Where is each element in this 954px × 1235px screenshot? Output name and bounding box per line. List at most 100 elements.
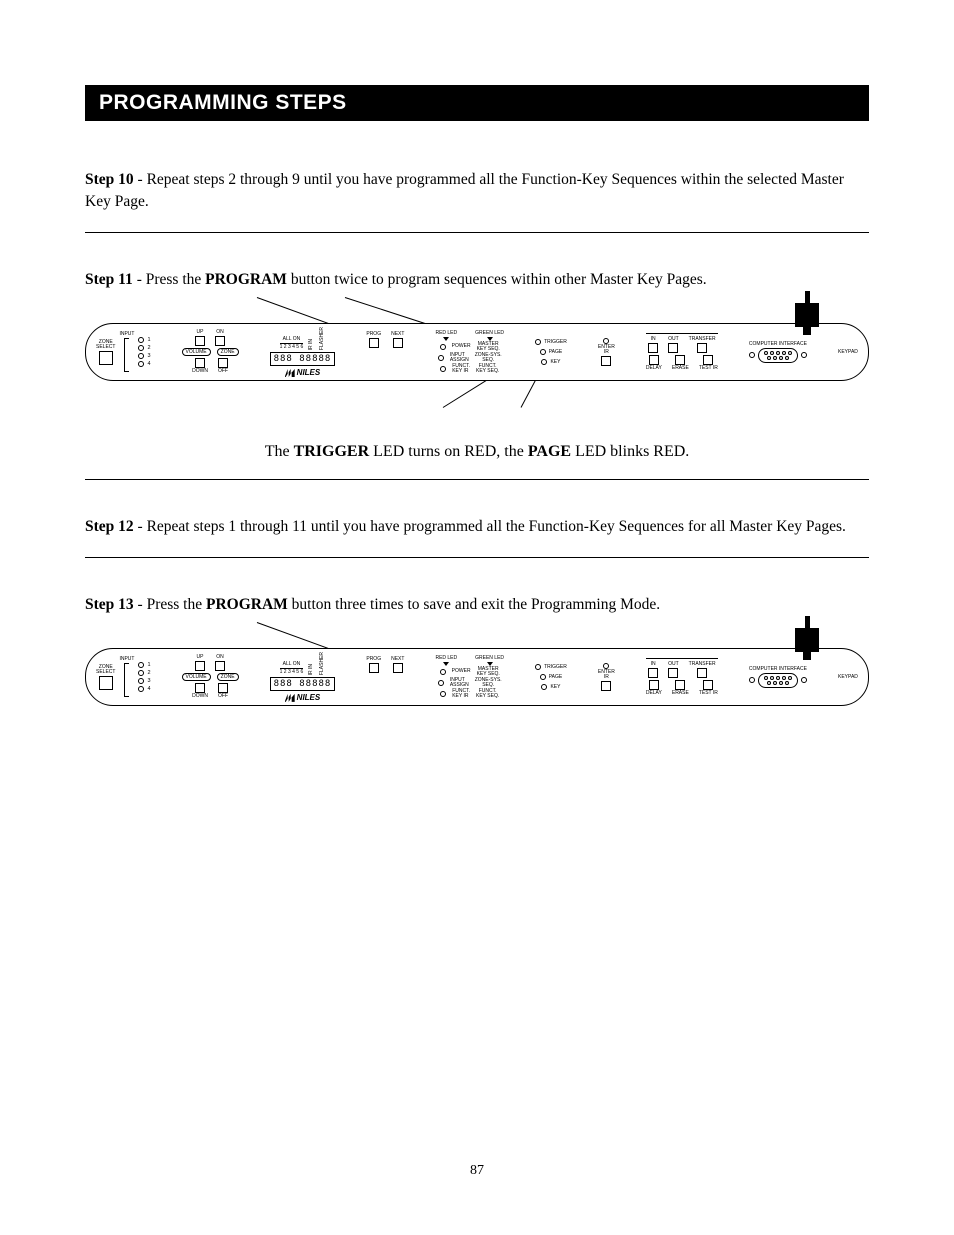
led-icon bbox=[138, 670, 144, 676]
computer-interface-group: COMPUTER INTERFACE bbox=[749, 667, 807, 688]
page-label: PAGE bbox=[549, 675, 563, 680]
enter-ir-group: ENTER IR bbox=[598, 338, 615, 366]
funct-key-ir-label: FUNCT. KEY IR bbox=[452, 689, 470, 699]
enter-ir-label: ENTER IR bbox=[598, 670, 615, 680]
niles-logo: NILES bbox=[285, 368, 321, 377]
erase-button bbox=[675, 680, 685, 690]
step-10-text: Step 10 - Repeat steps 2 through 9 until… bbox=[85, 169, 869, 214]
red-led-label: RED LED bbox=[435, 656, 457, 661]
keypad-label: KEYPAD bbox=[838, 350, 858, 355]
all-on-label: ALL ON bbox=[283, 337, 301, 342]
green-led-label: GREEN LED bbox=[475, 656, 504, 661]
out-button bbox=[668, 343, 678, 353]
up-button bbox=[195, 661, 205, 671]
computer-interface-label: COMPUTER INTERFACE bbox=[749, 667, 807, 672]
transfer-button bbox=[697, 668, 707, 678]
topline bbox=[646, 333, 718, 334]
page-label: PAGE bbox=[549, 350, 563, 355]
led-icon bbox=[535, 339, 541, 345]
power-label: POWER bbox=[452, 344, 471, 349]
zone-input-cluster: ZONE SELECT INPUT 1 2 3 4 bbox=[96, 657, 151, 697]
down-button bbox=[195, 683, 205, 693]
zone-select-button bbox=[99, 351, 113, 365]
next-label: NEXT bbox=[391, 332, 404, 337]
num-3: 3 bbox=[147, 678, 150, 684]
keypad-label: KEYPAD bbox=[838, 675, 858, 680]
step-13-prefix: - Press the bbox=[134, 596, 206, 613]
zone-select-label: ZONE SELECT bbox=[96, 665, 115, 675]
step-13: Step 13 - Press the PROGRAM button three… bbox=[85, 594, 869, 718]
on-button bbox=[215, 336, 225, 346]
led-icon bbox=[438, 355, 444, 361]
computer-interface-label: COMPUTER INTERFACE bbox=[749, 342, 807, 347]
red-led-label: RED LED bbox=[435, 331, 457, 336]
brand-text: NILES bbox=[297, 693, 321, 702]
zone-select-label: ZONE SELECT bbox=[96, 340, 115, 350]
computer-interface-group: COMPUTER INTERFACE bbox=[749, 342, 807, 363]
program-bold-2: PROGRAM bbox=[206, 596, 288, 613]
off-label: OFF bbox=[218, 369, 228, 374]
input-assign-label: INPUT ASSIGN bbox=[450, 678, 469, 688]
led-icon bbox=[440, 691, 446, 697]
led-icon bbox=[541, 684, 547, 690]
center-cluster: ALL ON 1 2 3 4 5 6 IR IN FLASHER 888 888… bbox=[270, 327, 336, 377]
transfer-label: TRANSFER bbox=[689, 662, 716, 667]
flasher-label: FLASHER bbox=[320, 652, 325, 675]
erase-label: ERASE bbox=[672, 691, 689, 696]
step-11-prefix: - Press the bbox=[133, 271, 205, 288]
arrow-down-icon bbox=[443, 662, 449, 666]
step-12-label: Step 12 bbox=[85, 518, 134, 535]
led-icon bbox=[535, 664, 541, 670]
zone-select-group: ZONE SELECT bbox=[96, 340, 115, 365]
step-11: Step 11 - Press the PROGRAM button twice… bbox=[85, 269, 869, 461]
prog-next-cluster: PROG NEXT bbox=[366, 657, 404, 673]
trigger-label: TRIGGER bbox=[544, 665, 567, 670]
num-2: 2 bbox=[147, 670, 150, 676]
arrow-down-icon bbox=[443, 337, 449, 341]
zone-pill: ZONE bbox=[217, 673, 239, 681]
caption-mid: LED turns on RED, the bbox=[369, 443, 528, 460]
down-label: DOWN bbox=[192, 694, 208, 699]
funct-key-ir-label: FUNCT. KEY IR bbox=[452, 364, 470, 374]
enter-ir-label: ENTER IR bbox=[598, 345, 615, 355]
led-icon bbox=[138, 353, 144, 359]
caption-post: LED blinks RED. bbox=[571, 443, 689, 460]
step-11-label: Step 11 bbox=[85, 271, 133, 288]
delay-label: DELAY bbox=[646, 366, 662, 371]
led-icon bbox=[541, 359, 547, 365]
ir-in-label: IR IN bbox=[309, 664, 314, 675]
enter-ir-group: ENTER IR bbox=[598, 663, 615, 691]
up-button bbox=[195, 336, 205, 346]
dip-switches: 1 2 3 4 5 6 bbox=[280, 343, 304, 350]
divider bbox=[85, 557, 869, 558]
up-label: UP bbox=[197, 655, 204, 660]
brand-text: NILES bbox=[297, 368, 321, 377]
program-bold: PROGRAM bbox=[205, 271, 287, 288]
input-leds: 1 2 3 4 bbox=[138, 337, 150, 367]
input-label: INPUT bbox=[119, 332, 134, 337]
device-front-panel: ZONE SELECT INPUT 1 2 3 4 UP ON VOLUMEZO… bbox=[85, 648, 869, 706]
led-icon bbox=[440, 344, 446, 350]
step-12-body: - Repeat steps 1 through 11 until you ha… bbox=[134, 518, 846, 535]
device-panel-illustration-2: ZONE SELECT INPUT 1 2 3 4 UP ON VOLUMEZO… bbox=[85, 628, 869, 718]
step-13-label: Step 13 bbox=[85, 596, 134, 613]
step-10-body: - Repeat steps 2 through 9 until you hav… bbox=[85, 171, 844, 210]
volume-pill: VOLUME bbox=[182, 348, 211, 356]
keypad-group: KEYPAD bbox=[838, 350, 858, 355]
transfer-label: TRANSFER bbox=[689, 337, 716, 342]
trigger-page-key: TRIGGER PAGE KEY bbox=[535, 339, 567, 365]
next-label: NEXT bbox=[391, 657, 404, 662]
led-icon bbox=[540, 674, 546, 680]
funct-key-seq-label: FUNCT. KEY SEQ. bbox=[476, 364, 499, 374]
io-cluster: IN OUT TRANSFER DELAY ERASE TEST IR bbox=[646, 658, 718, 696]
input-group: INPUT bbox=[119, 332, 134, 372]
in-button bbox=[648, 668, 658, 678]
bracket-icon bbox=[124, 338, 129, 372]
bracket-icon bbox=[124, 663, 129, 697]
master-key-seq-label: MASTER KEY SEQ. bbox=[477, 667, 500, 677]
zone-sys-seq-label: ZONE-SYS. SEQ. bbox=[475, 678, 502, 688]
num-1: 1 bbox=[147, 662, 150, 668]
num-1: 1 bbox=[147, 337, 150, 343]
caption-pre: The bbox=[265, 443, 294, 460]
input-leds: 1 2 3 4 bbox=[138, 662, 150, 692]
